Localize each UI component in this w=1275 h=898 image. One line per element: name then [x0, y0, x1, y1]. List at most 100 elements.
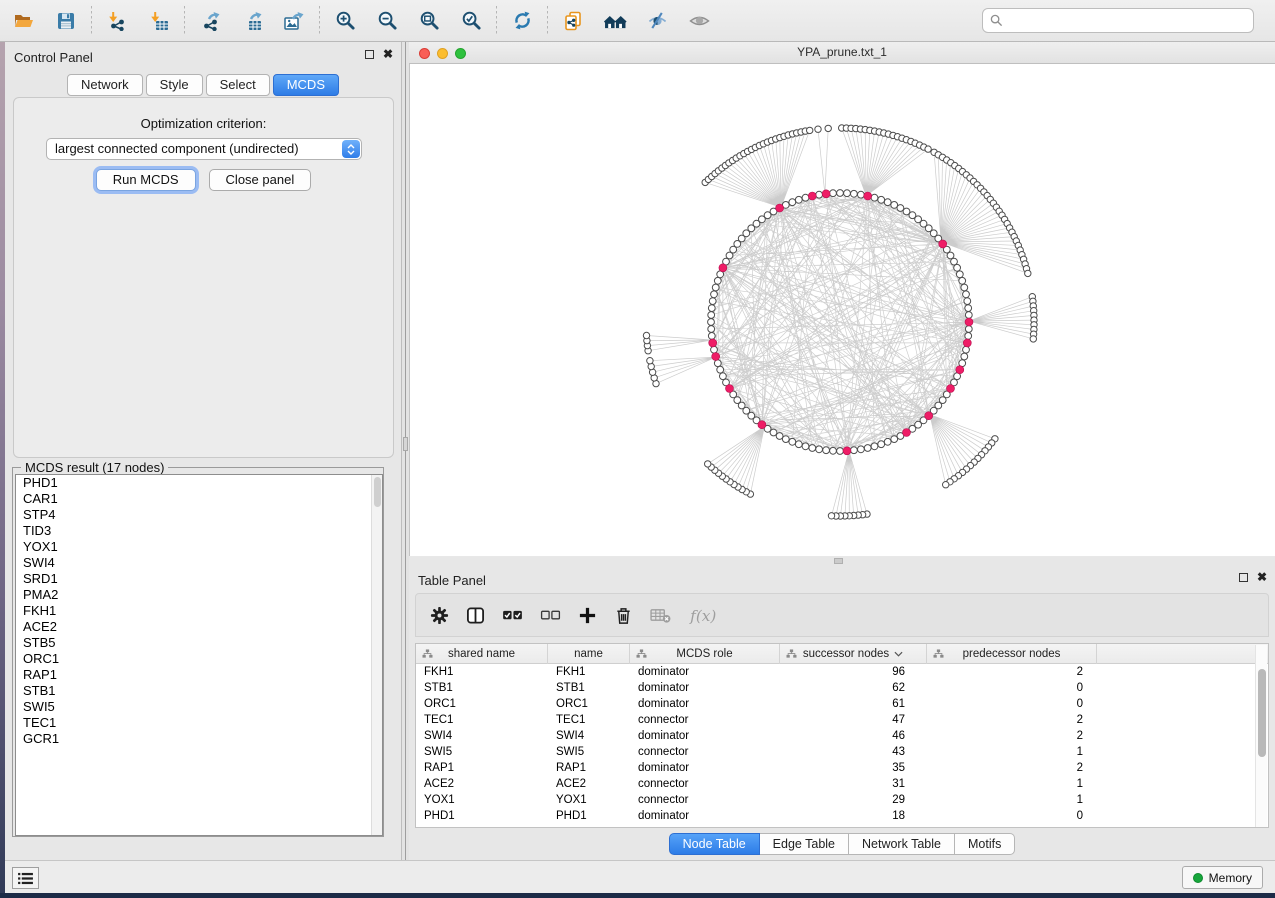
ring-node[interactable]: [714, 360, 721, 367]
table-cell[interactable]: connector: [630, 712, 780, 728]
export-network-icon[interactable]: [194, 4, 226, 38]
table-cell[interactable]: RAP1: [416, 760, 548, 776]
mcds-result-item[interactable]: SWI5: [16, 699, 382, 715]
ring-node[interactable]: [858, 446, 865, 453]
ring-node[interactable]: [708, 312, 715, 319]
mcds-result-item[interactable]: SWI4: [16, 555, 382, 571]
ring-node[interactable]: [708, 305, 715, 312]
float-panel-icon[interactable]: [365, 50, 374, 59]
table-cell[interactable]: SWI5: [416, 744, 548, 760]
show-panels-icon[interactable]: [683, 4, 715, 38]
mcds-result-item[interactable]: PHD1: [16, 475, 382, 491]
select-all-icon[interactable]: [502, 608, 523, 623]
splitter-grip[interactable]: [403, 437, 408, 451]
mcds-hub-node[interactable]: [864, 192, 872, 200]
table-cell[interactable]: 35: [780, 760, 927, 776]
table-cell[interactable]: dominator: [630, 680, 780, 696]
ring-node[interactable]: [851, 190, 858, 197]
table-cell[interactable]: RAP1: [548, 760, 630, 776]
satellite-node[interactable]: [825, 125, 831, 131]
column-header-predecessor-nodes[interactable]: predecessor nodes: [927, 644, 1097, 664]
ring-node[interactable]: [965, 333, 972, 340]
zoom-out-icon[interactable]: [371, 4, 403, 38]
network-canvas[interactable]: [409, 64, 1275, 556]
table-cell[interactable]: dominator: [630, 808, 780, 824]
ring-node[interactable]: [965, 326, 972, 333]
mcds-hub-node[interactable]: [947, 385, 955, 393]
tab-select[interactable]: Select: [206, 74, 270, 96]
mcds-result-item[interactable]: PMA2: [16, 587, 382, 603]
table-cell[interactable]: STB1: [548, 680, 630, 696]
window-close-icon[interactable]: [419, 48, 430, 59]
mcds-hub-node[interactable]: [709, 339, 717, 347]
export-image-icon[interactable]: [278, 4, 310, 38]
mcds-result-item[interactable]: TEC1: [16, 715, 382, 731]
mcds-result-item[interactable]: ORC1: [16, 651, 382, 667]
satellite-node[interactable]: [1025, 270, 1031, 276]
ring-node[interactable]: [858, 191, 865, 198]
tab-network-table[interactable]: Network Table: [849, 833, 955, 855]
ring-node[interactable]: [830, 190, 837, 197]
satellite-node[interactable]: [943, 482, 949, 488]
table-cell[interactable]: 61: [780, 696, 927, 712]
mcds-result-item[interactable]: GCR1: [16, 731, 382, 747]
mcds-hub-node[interactable]: [965, 318, 973, 326]
ring-node[interactable]: [708, 333, 715, 340]
table-cell[interactable]: connector: [630, 744, 780, 760]
ring-node[interactable]: [709, 298, 716, 305]
table-cell[interactable]: STB1: [416, 680, 548, 696]
horizontal-splitter[interactable]: [409, 557, 1275, 565]
close-panel-icon[interactable]: ✖: [383, 49, 393, 59]
mcds-hub-node[interactable]: [925, 412, 933, 420]
satellite-node[interactable]: [705, 461, 711, 467]
mcds-hub-node[interactable]: [843, 447, 851, 455]
ring-node[interactable]: [720, 373, 727, 380]
ring-node[interactable]: [956, 271, 963, 278]
mcds-hub-node[interactable]: [758, 421, 766, 429]
table-cell[interactable]: 62: [780, 680, 927, 696]
table-cell[interactable]: ORC1: [416, 696, 548, 712]
ring-node[interactable]: [708, 319, 715, 326]
mcds-result-item[interactable]: FKH1: [16, 603, 382, 619]
table-cell[interactable]: 2: [927, 664, 1097, 680]
ring-node[interactable]: [871, 443, 878, 450]
ring-node[interactable]: [714, 277, 721, 284]
duplicate-network-icon[interactable]: [557, 4, 589, 38]
satellite-node[interactable]: [1030, 336, 1036, 342]
apply-layout-icon[interactable]: [506, 4, 538, 38]
mcds-result-item[interactable]: STB1: [16, 683, 382, 699]
show-columns-icon[interactable]: [466, 606, 485, 625]
mcds-hub-node[interactable]: [712, 353, 720, 361]
mcds-result-item[interactable]: SRD1: [16, 571, 382, 587]
satellite-node[interactable]: [647, 358, 653, 364]
zoom-in-icon[interactable]: [329, 4, 361, 38]
tab-mcds[interactable]: MCDS: [273, 74, 339, 96]
table-cell[interactable]: 2: [927, 760, 1097, 776]
import-network-icon[interactable]: [101, 4, 133, 38]
table-cell[interactable]: 47: [780, 712, 927, 728]
optimization-criterion-select[interactable]: largest connected component (undirected): [46, 138, 362, 160]
satellite-node[interactable]: [815, 126, 821, 132]
memory-button[interactable]: Memory: [1182, 866, 1263, 889]
tab-network[interactable]: Network: [67, 74, 143, 96]
table-cell[interactable]: TEC1: [416, 712, 548, 728]
table-cell[interactable]: 2: [927, 712, 1097, 728]
tab-node-table[interactable]: Node Table: [669, 833, 760, 855]
ring-node[interactable]: [711, 346, 718, 353]
ring-node[interactable]: [816, 446, 823, 453]
mcds-hub-node[interactable]: [822, 190, 830, 198]
mcds-result-item[interactable]: RAP1: [16, 667, 382, 683]
tab-edge-table[interactable]: Edge Table: [760, 833, 849, 855]
ring-node[interactable]: [963, 346, 970, 353]
table-cell[interactable]: 1: [927, 744, 1097, 760]
ring-node[interactable]: [830, 447, 837, 454]
table-cell[interactable]: 29: [780, 792, 927, 808]
ring-node[interactable]: [823, 447, 830, 454]
table-cell[interactable]: connector: [630, 776, 780, 792]
table-cell[interactable]: TEC1: [548, 712, 630, 728]
table-cell[interactable]: PHD1: [548, 808, 630, 824]
export-table-icon[interactable]: [236, 4, 268, 38]
zoom-selected-icon[interactable]: [455, 4, 487, 38]
gear-icon[interactable]: [430, 606, 449, 625]
mcds-hub-node[interactable]: [939, 240, 947, 248]
